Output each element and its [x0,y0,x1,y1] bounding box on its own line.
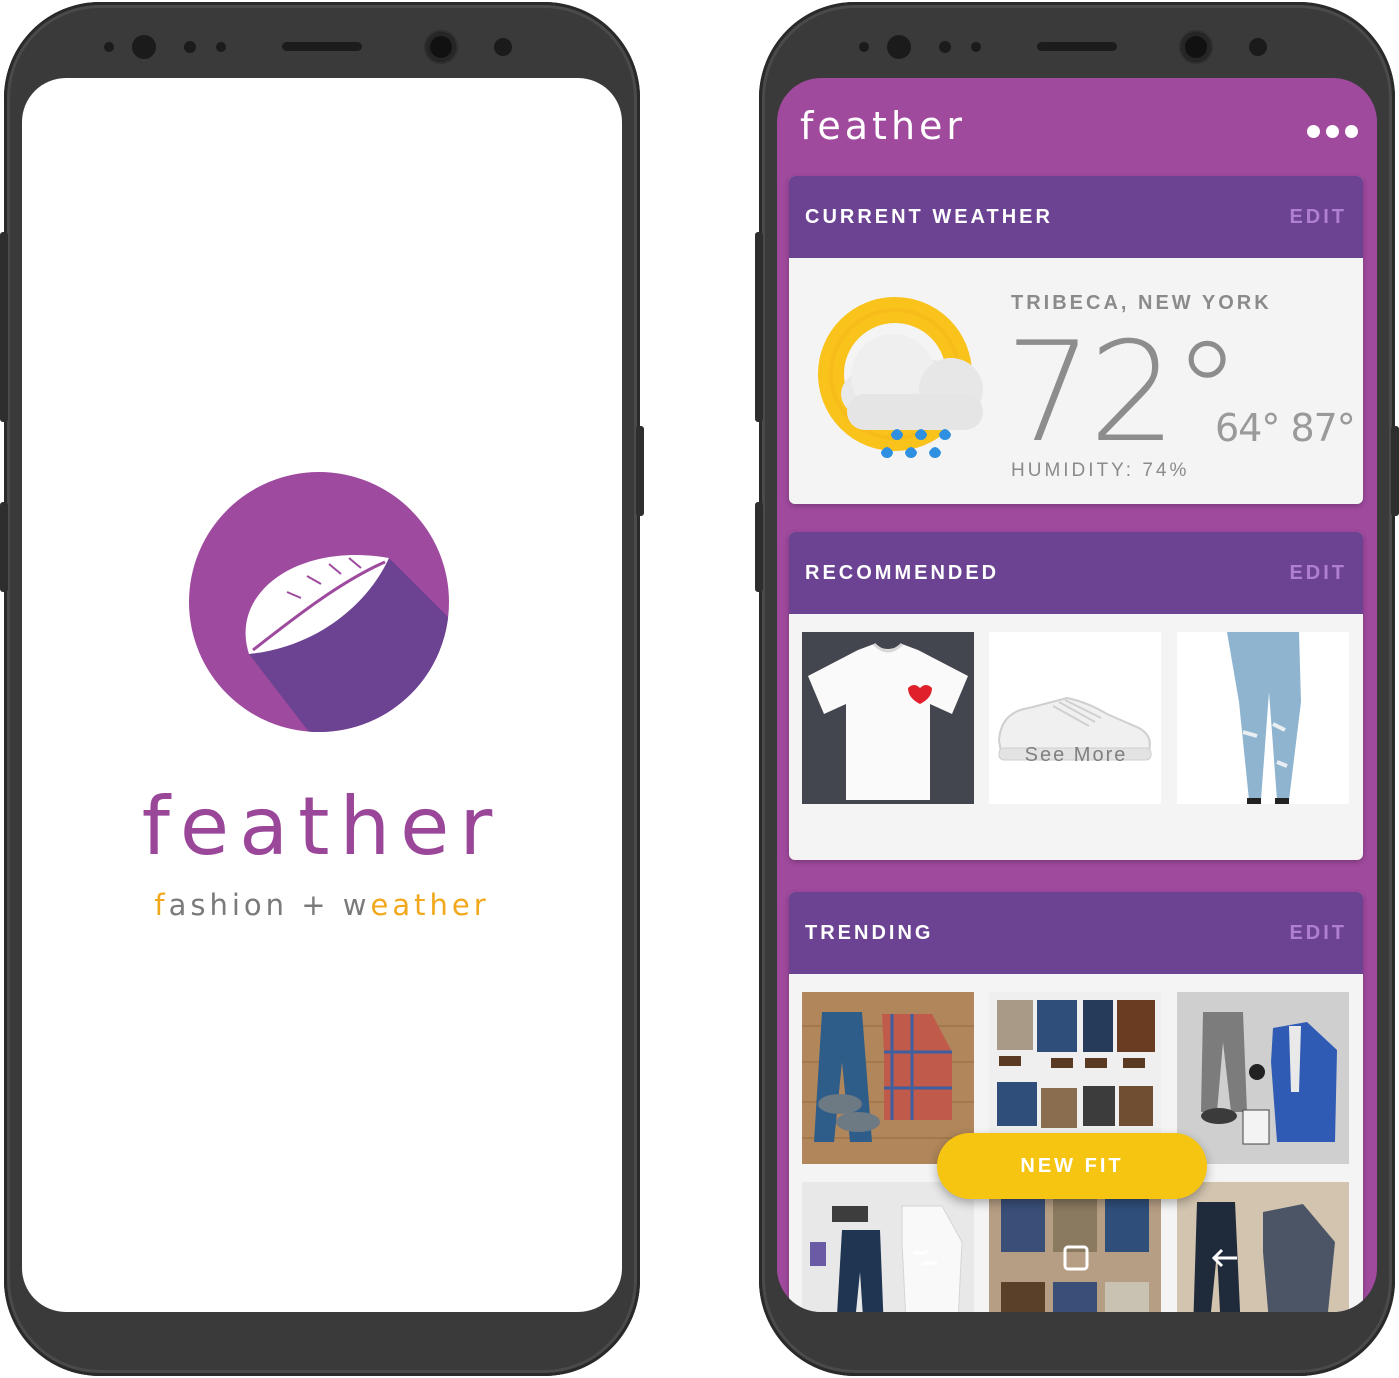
sensor-dot [1249,38,1267,56]
weather-range: 64° 87° [1215,406,1356,450]
more-dots-icon[interactable] [1307,122,1363,140]
back-icon[interactable] [1195,1228,1255,1288]
front-camera [1181,32,1211,62]
app-screen: feather CURRENT WEATHER EDIT TRIBECA, NE… [777,78,1377,1312]
sun-cloud-rain-icon [818,297,983,458]
home-icon[interactable] [1046,1228,1106,1288]
weather-humidity: HUMIDITY: 74% [1011,460,1190,481]
tagline-middle: ashion + w [168,888,371,922]
recents-icon[interactable] [895,1228,955,1288]
weather-high: 87° [1290,406,1355,450]
recommended-card-header: RECOMMENDED EDIT [789,532,1363,614]
earpiece-speaker [1037,42,1117,51]
outfit-image[interactable] [1177,992,1349,1164]
weather-temperature: 72° [1005,312,1242,473]
power-button [1391,426,1399,516]
feather-icon [245,554,449,732]
new-fit-button[interactable]: NEW FIT [937,1133,1207,1199]
sensor-dot [939,41,951,53]
earpiece-speaker [282,42,362,51]
trending-edit-button[interactable]: EDIT [1289,922,1347,945]
weather-card-header: CURRENT WEATHER EDIT [789,176,1363,258]
sensor-dot [971,42,981,52]
sensor-dot [184,41,196,53]
recommended-edit-button[interactable]: EDIT [1289,562,1347,585]
tagline-accent: f [154,888,169,922]
t-shirt-image[interactable] [802,632,974,804]
iris-sensor [132,35,156,59]
app-title: feather [800,104,967,148]
weather-low: 64° [1215,406,1280,450]
sensor-dot [494,38,512,56]
bixby-button [0,502,8,592]
left-phone-frame: feather fashion + weather [0,2,644,1376]
jeans-image[interactable] [1177,632,1349,804]
see-more-link[interactable]: See More [789,744,1363,767]
weather-card: CURRENT WEATHER EDIT TRIBECA, NEW YORK 7… [789,176,1363,504]
right-phone-frame: feather CURRENT WEATHER EDIT TRIBECA, NE… [755,2,1399,1376]
splash-title: feather [141,780,503,873]
sensor-dot [104,42,114,52]
bixby-button [755,502,763,592]
feather-logo [189,472,449,732]
sensor-dot [216,42,226,52]
iris-sensor [887,35,911,59]
outfit-image[interactable] [802,992,974,1164]
volume-button [0,232,8,422]
trending-card-title: TRENDING [805,922,934,944]
weather-card-title: CURRENT WEATHER [805,206,1053,228]
tagline-accent: eather [370,888,490,922]
volume-button [755,232,763,422]
recommended-card-title: RECOMMENDED [805,562,1000,584]
recommended-card: RECOMMENDED EDIT See More [789,532,1363,860]
power-button [636,426,644,516]
sneaker-image[interactable] [989,632,1161,804]
trending-card-header: TRENDING EDIT [789,892,1363,974]
weather-edit-button[interactable]: EDIT [1289,206,1347,229]
system-navbar [777,1228,1377,1288]
front-camera [426,32,456,62]
splash-tagline: fashion + weather [22,888,622,922]
sensor-dot [859,42,869,52]
splash-screen: feather fashion + weather [22,78,622,1312]
